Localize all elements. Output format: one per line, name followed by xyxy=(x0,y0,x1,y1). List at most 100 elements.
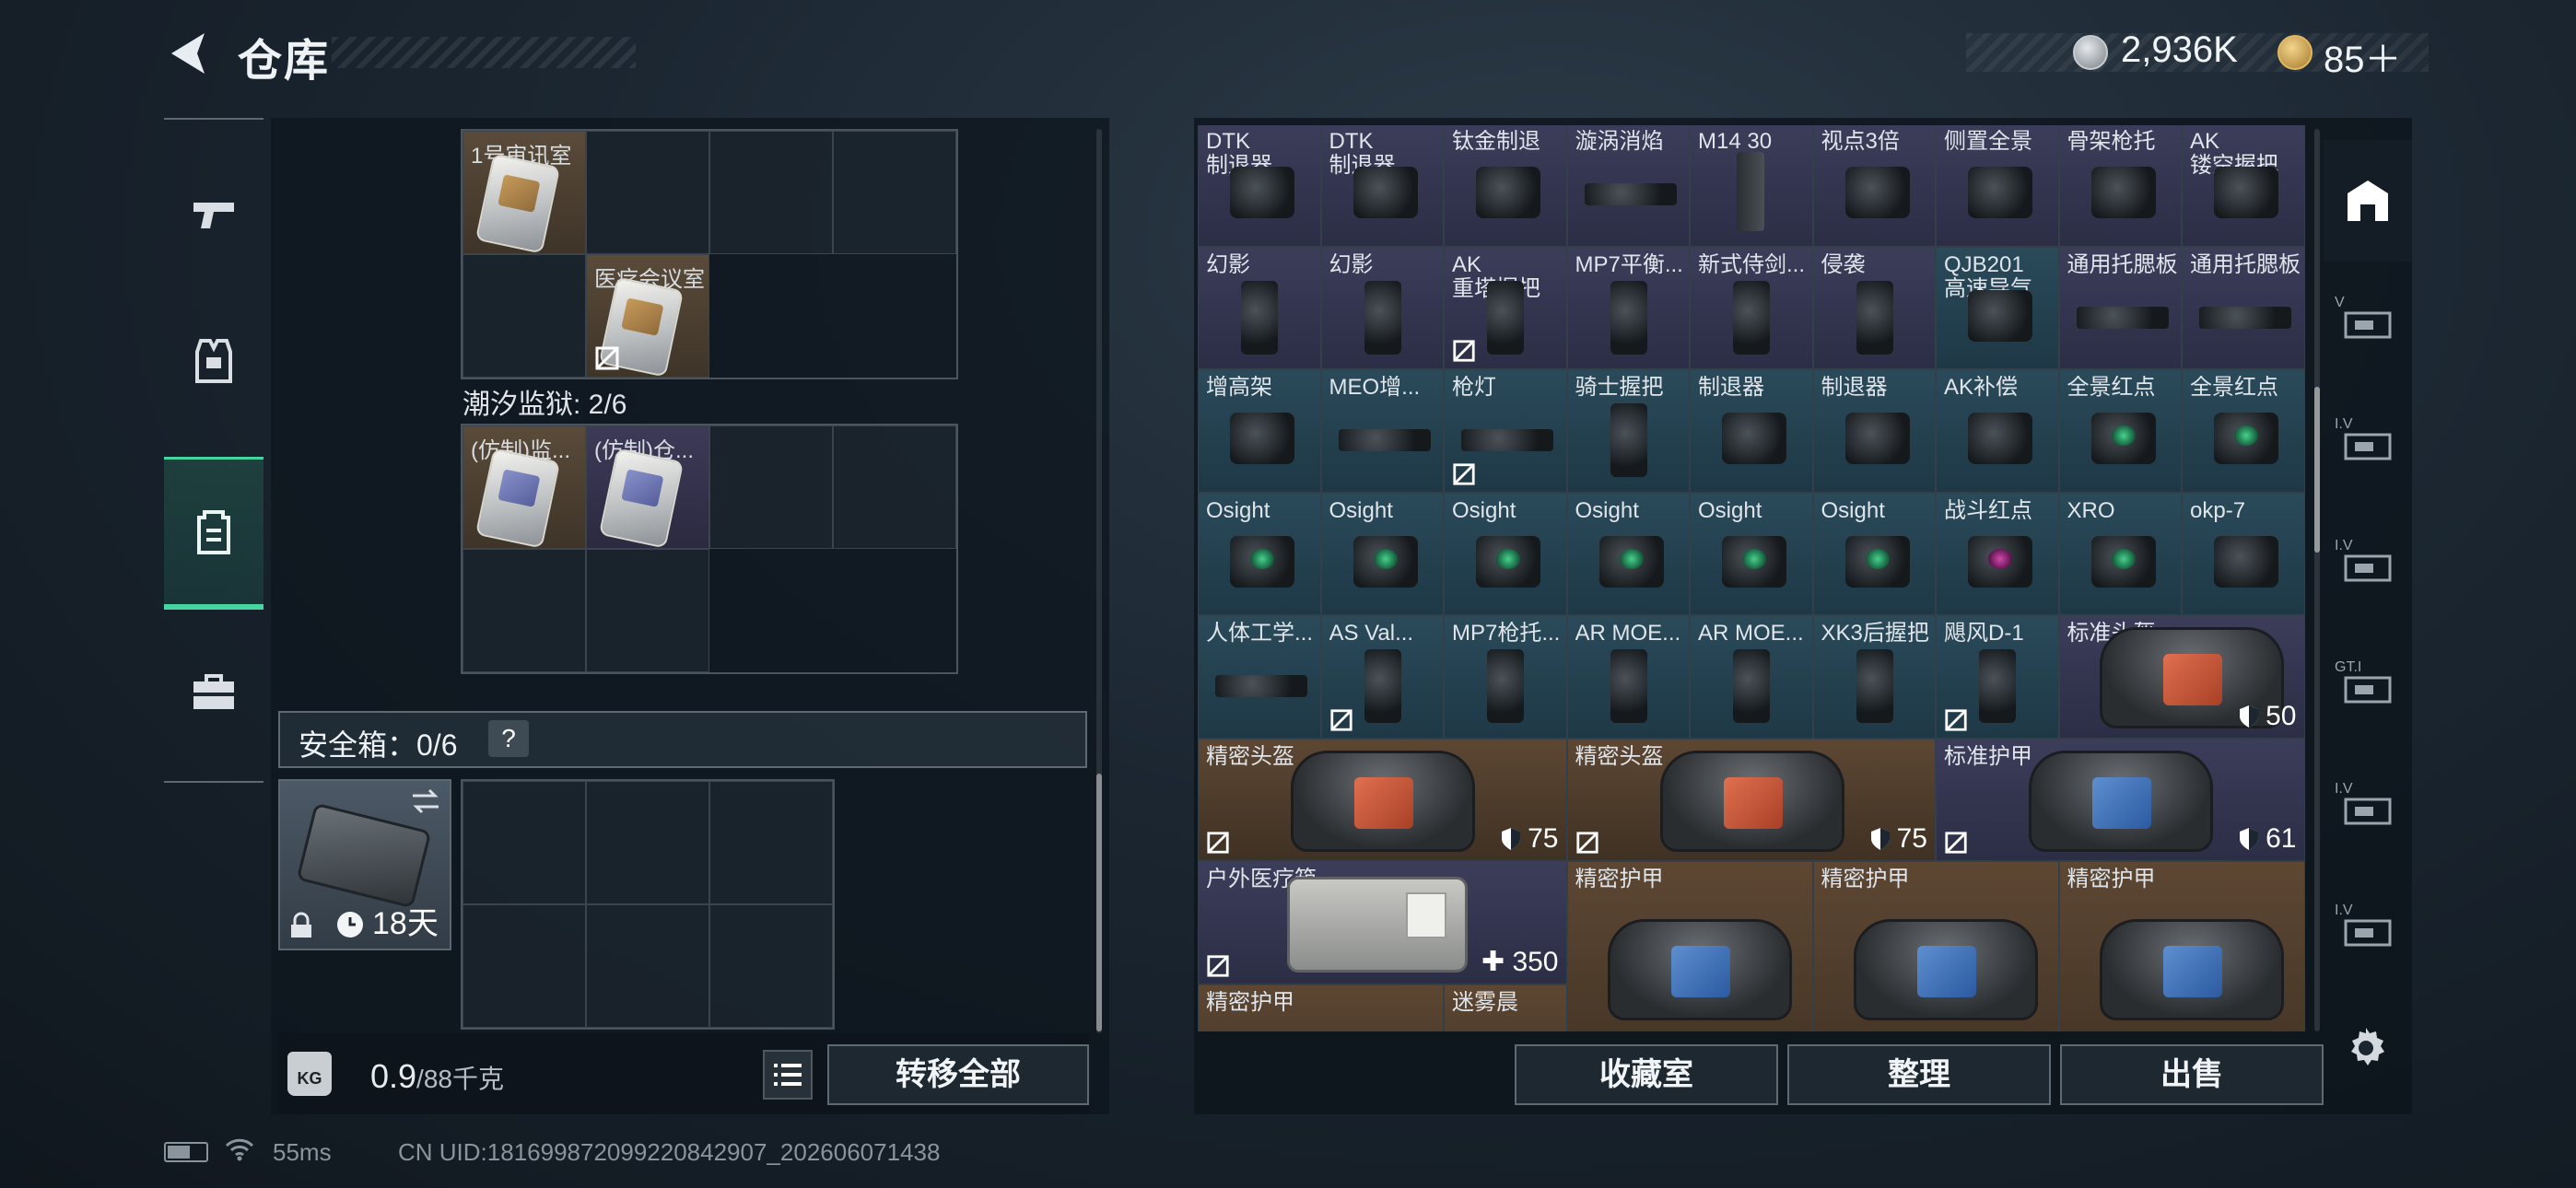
empty-slot[interactable] xyxy=(709,425,833,549)
stash-item[interactable]: Osight xyxy=(1444,492,1567,615)
stash-item[interactable]: 制退器 xyxy=(1690,369,1813,493)
empty-slot[interactable] xyxy=(586,131,709,254)
stash-item[interactable]: Osight xyxy=(1198,492,1321,615)
empty-slot[interactable] xyxy=(463,254,586,378)
tab-all-stash[interactable] xyxy=(2324,140,2412,262)
stash-item[interactable]: AK补偿 xyxy=(1936,369,2059,493)
help-button[interactable]: ? xyxy=(488,720,529,757)
stash-item[interactable]: 钛金制退 xyxy=(1444,125,1567,247)
empty-slot[interactable] xyxy=(833,425,956,549)
stash-item[interactable]: 骑士握把 xyxy=(1566,369,1690,493)
empty-slot[interactable] xyxy=(709,904,833,1028)
stash-item[interactable]: DTK 制退器 xyxy=(1320,125,1444,247)
stash-item[interactable]: Osight xyxy=(1566,492,1690,615)
stash-item[interactable]: AR MOE... xyxy=(1690,615,1813,739)
keycard-slot[interactable]: 1号审讯室 xyxy=(463,131,586,254)
stash-item[interactable]: 幻影 xyxy=(1198,246,1321,369)
stash-item[interactable]: 标准头盔 50 xyxy=(2058,615,2305,739)
empty-slot[interactable] xyxy=(586,904,709,1028)
stash-item[interactable]: 侵袭 xyxy=(1812,246,1936,369)
stash-item[interactable]: 全景红点 xyxy=(2058,369,2182,493)
keycard-slot[interactable]: (仿制)监... xyxy=(463,425,586,549)
durability-value: 50 xyxy=(2238,701,2297,732)
nav-equipment[interactable] xyxy=(164,287,263,435)
nav-weapons[interactable] xyxy=(164,140,263,287)
stash-item[interactable]: AK 镂空握把 xyxy=(2182,125,2305,247)
empty-slot[interactable] xyxy=(833,131,956,254)
empty-slot[interactable] xyxy=(463,904,586,1028)
keycard-slot[interactable]: 医疗会议室 xyxy=(586,254,709,378)
stash-item[interactable]: 精密护甲 xyxy=(1198,984,1444,1031)
house-icon xyxy=(2348,181,2388,221)
stash-item[interactable]: 人体工学... xyxy=(1198,615,1321,739)
stash-item[interactable]: 新式侍剑... xyxy=(1690,246,1813,369)
stash-item[interactable]: 精密护甲 xyxy=(1566,861,1813,1031)
keycard-slot[interactable]: (仿制)仓... xyxy=(586,425,709,549)
stash-item[interactable]: 标准护甲 61 xyxy=(1936,738,2305,861)
tab-stash-6[interactable]: I.V xyxy=(2324,869,2412,991)
stash-item[interactable]: 战斗红点 xyxy=(1936,492,2059,615)
stash-item[interactable]: AK 重塔握把 xyxy=(1444,246,1567,369)
stash-item[interactable]: XK3后握把 xyxy=(1812,615,1936,739)
tab-stash-2[interactable]: I.V xyxy=(2324,383,2412,505)
swap-icon[interactable] xyxy=(409,788,442,814)
stash-item[interactable]: 飓风D-1 xyxy=(1936,615,2059,739)
stash-item[interactable]: 通用托腮板 xyxy=(2058,246,2182,369)
stash-item[interactable]: 漩涡消焰 xyxy=(1566,125,1690,247)
empty-slot[interactable] xyxy=(586,549,709,672)
stash-item[interactable]: Osight xyxy=(1812,492,1936,615)
stash-item[interactable]: 迷雾晨 xyxy=(1444,984,1567,1031)
stash-item[interactable]: Osight xyxy=(1320,492,1444,615)
empty-slot[interactable] xyxy=(463,549,586,672)
stash-scrollbar[interactable] xyxy=(2314,129,2320,1031)
empty-slot[interactable] xyxy=(709,131,833,254)
nav-toolbox[interactable] xyxy=(164,619,263,766)
stash-item[interactable]: 全景红点 xyxy=(2182,369,2305,493)
stash-item[interactable]: 精密头盔 75 xyxy=(1198,738,1567,861)
stash-item[interactable]: XRO xyxy=(2058,492,2182,615)
stash-item[interactable]: AR MOE... xyxy=(1566,615,1690,739)
transfer-all-button[interactable]: 转移全部 xyxy=(827,1044,1089,1105)
empty-slot[interactable] xyxy=(463,781,586,904)
stash-item[interactable]: 侧置全景 xyxy=(1936,125,2059,247)
stash-item[interactable]: MP7平衡... xyxy=(1566,246,1690,369)
page-title: 仓库 xyxy=(238,37,331,86)
stash-item[interactable]: MEO增... xyxy=(1320,369,1444,493)
sort-button[interactable]: 整理 xyxy=(1787,1044,2051,1105)
stash-item[interactable]: 骨架枪托 xyxy=(2058,125,2182,247)
stash-item[interactable]: DTK 制退器 xyxy=(1198,125,1321,247)
stash-item[interactable]: Osight xyxy=(1690,492,1813,615)
tab-stash-4[interactable]: GT.I xyxy=(2324,626,2412,748)
stash-item[interactable]: 幻影 xyxy=(1320,246,1444,369)
stash-item[interactable]: 户外医疗箱 ✚ 350 xyxy=(1198,861,1567,984)
stash-item[interactable]: okp-7 xyxy=(2182,492,2305,615)
tab-stash-1[interactable]: V xyxy=(2324,262,2412,383)
list-view-button[interactable] xyxy=(763,1050,813,1100)
tab-stash-5[interactable]: I.V xyxy=(2324,748,2412,869)
stash-item[interactable]: MP7枪托... xyxy=(1444,615,1567,739)
back-arrow-icon[interactable] xyxy=(164,28,212,79)
empty-slot[interactable] xyxy=(586,781,709,904)
sell-button[interactable]: 出售 xyxy=(2060,1044,2324,1105)
stash-item[interactable]: 视点3倍 xyxy=(1812,125,1936,247)
stash-item[interactable]: 枪灯 xyxy=(1444,369,1567,493)
nav-backpack[interactable] xyxy=(164,457,263,610)
stash-item[interactable]: M14 30 xyxy=(1690,125,1813,247)
stash-item[interactable]: 精密护甲 xyxy=(1812,861,2059,1031)
stash-item[interactable]: 精密头盔 75 xyxy=(1566,738,1936,861)
tab-label: V xyxy=(2335,295,2345,310)
stash-item[interactable]: 通用托腮板 xyxy=(2182,246,2305,369)
tab-stash-3[interactable]: I.V xyxy=(2324,505,2412,626)
safe-case-slot[interactable]: 18天 xyxy=(278,779,451,950)
backpack-scrollbar[interactable] xyxy=(1096,129,1102,1033)
stash-item[interactable]: 增高架 xyxy=(1198,369,1321,493)
settings-gear-icon[interactable] xyxy=(2342,1024,2390,1072)
coin-balance[interactable]: 2,936K xyxy=(2121,29,2238,71)
stash-item[interactable]: QJB201 高速导气 xyxy=(1936,246,2059,369)
collection-room-button[interactable]: 收藏室 xyxy=(1515,1044,1778,1105)
stash-item[interactable]: 精密护甲 xyxy=(2058,861,2305,1031)
stash-item[interactable]: 制退器 xyxy=(1812,369,1936,493)
ticket-balance[interactable]: 85＋ xyxy=(2324,29,2402,83)
empty-slot[interactable] xyxy=(709,781,833,904)
stash-item[interactable]: AS Val... xyxy=(1320,615,1444,739)
